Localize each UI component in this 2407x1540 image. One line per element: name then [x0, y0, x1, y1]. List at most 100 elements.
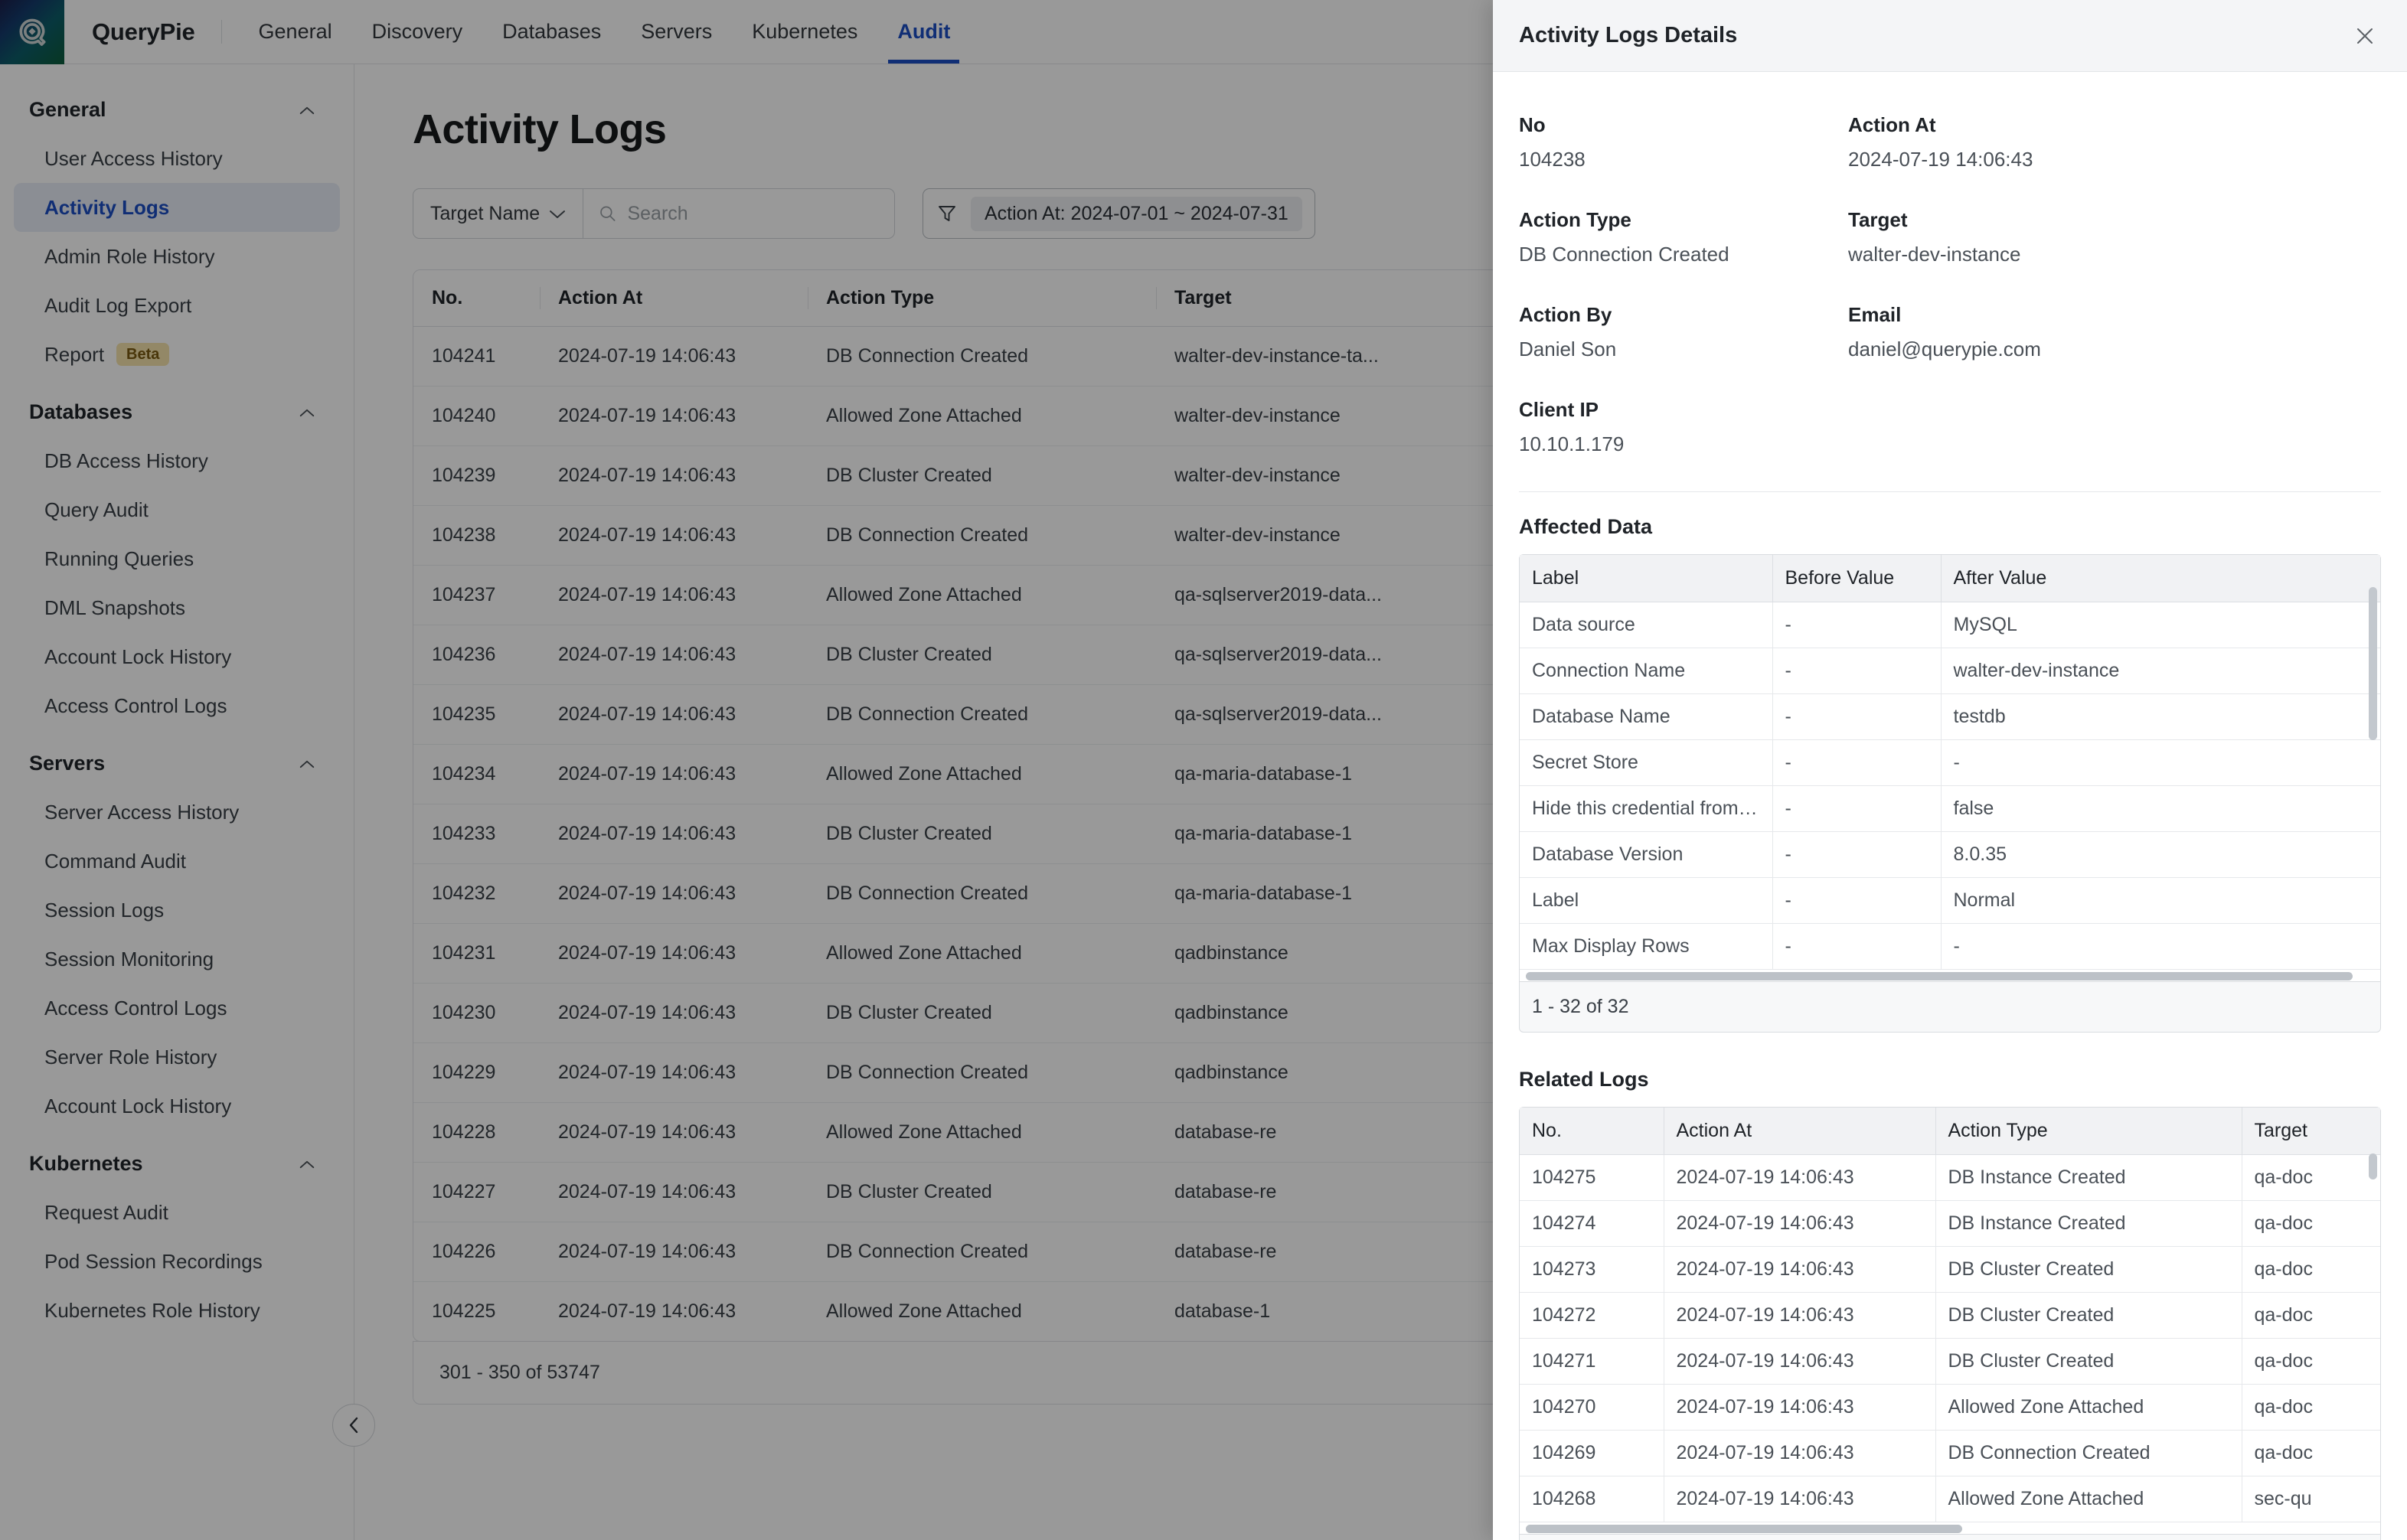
table-row[interactable]: Label - Normal: [1520, 877, 2380, 924]
related-logs-pager: 1 - 99 of 99: [1519, 1535, 2381, 1540]
table-cell: Allowed Zone Attached: [1935, 1476, 2242, 1522]
table-cell: qa-doc: [2242, 1200, 2380, 1247]
related-logs-header-row: No. Action At Action Type Target: [1520, 1108, 2380, 1155]
table-cell: Connection Name: [1520, 648, 1773, 694]
table-cell: 104274: [1520, 1200, 1664, 1247]
table-cell: 2024-07-19 14:06:43: [1664, 1246, 1936, 1293]
column-header: Target: [2242, 1108, 2380, 1155]
section-divider: [1519, 491, 2381, 492]
detail-field-label: No: [1519, 113, 1546, 136]
table-cell: 104273: [1520, 1246, 1664, 1293]
detail-field-label: Action By: [1519, 303, 1612, 326]
table-cell: walter-dev-instance: [1941, 648, 2380, 694]
drawer-body: No Action At 104238 2024-07-19 14:06:43 Acti…: [1493, 72, 2407, 1540]
table-cell: 2024-07-19 14:06:43: [1664, 1476, 1936, 1522]
table-cell: 104272: [1520, 1292, 1664, 1339]
table-row[interactable]: Hide this credential from Connectio...-f…: [1520, 785, 2380, 832]
table-cell: -: [1953, 935, 1960, 957]
table-cell: -: [1772, 831, 1942, 878]
table-row[interactable]: Database Version -8.0.35: [1520, 831, 2380, 878]
column-header: No.: [1520, 1108, 1664, 1155]
table-row[interactable]: 104273 2024-07-19 14:06:43 DB Cluster Crea…: [1520, 1246, 2380, 1293]
detail-field-value: Daniel Son: [1519, 338, 1617, 361]
table-cell: DB Cluster Created: [1935, 1246, 2242, 1293]
activity-logs-details-drawer: Activity Logs Details No Action At 104238 2…: [1493, 0, 2407, 1540]
table-cell: 2024-07-19 14:06:43: [1664, 1430, 1936, 1476]
close-drawer-button[interactable]: [2349, 20, 2381, 52]
detail-field-label: Email: [1848, 303, 1902, 326]
table-cell: DB Instance Created: [1935, 1154, 2242, 1201]
table-row[interactable]: 104268 2024-07-19 14:06:43 Allowed Zone At…: [1520, 1476, 2380, 1522]
table-cell: Allowed Zone Attached: [1935, 1384, 2242, 1431]
table-row[interactable]: Max Display Rows - -: [1520, 923, 2380, 969]
table-cell: 104269: [1520, 1430, 1664, 1476]
table-cell: 104268: [1520, 1476, 1664, 1522]
table-row[interactable]: Database Name - testdb: [1520, 693, 2380, 740]
table-cell: testdb: [1941, 693, 2380, 740]
table-cell: DB Connection Created: [1935, 1430, 2242, 1476]
related-logs-horizontal-scrollbar[interactable]: [1520, 1522, 2380, 1534]
table-row[interactable]: 104271 2024-07-19 14:06:43 DB Cluster Crea…: [1520, 1338, 2380, 1385]
table-cell: Hide this credential from Connectio...: [1520, 785, 1773, 832]
affected-data-header-row: Label Before Value After Value: [1520, 555, 2380, 602]
table-cell: 2024-07-19 14:06:43: [1664, 1292, 1936, 1339]
table-cell: qa-doc: [2242, 1154, 2380, 1201]
detail-field-value: 10.10.1.179: [1519, 432, 1625, 455]
affected-data-pager: 1 - 32 of 32: [1519, 982, 2381, 1033]
table-row[interactable]: 104270 2024-07-19 14:06:43 Allowed Zone At…: [1520, 1384, 2380, 1431]
table-row[interactable]: Secret Store - -: [1520, 739, 2380, 786]
table-cell: -: [1772, 877, 1942, 924]
table-cell: Database Version: [1520, 831, 1773, 878]
table-cell: -: [1772, 785, 1942, 832]
table-row[interactable]: Connection Name - walter-dev-instance: [1520, 648, 2380, 694]
table-cell: qa-doc: [2242, 1246, 2380, 1293]
affected-data-title: Affected Data: [1519, 515, 1653, 538]
table-cell: Label: [1520, 877, 1773, 924]
detail-field-label: Client IP: [1519, 398, 1599, 421]
column-header: Action At: [1664, 1108, 1936, 1155]
drawer-title: Activity Logs Details: [1519, 23, 1738, 47]
table-cell: DB Instance Created: [1935, 1200, 2242, 1247]
related-logs-vertical-scrollbar[interactable]: [2369, 1153, 2377, 1179]
column-header: After Value: [1941, 555, 2380, 602]
table-cell: 8.0.35: [1941, 831, 2380, 878]
table-cell: qa-doc: [2242, 1430, 2380, 1476]
detail-field-value: DB Connection Created: [1519, 243, 1729, 266]
table-cell: -: [1772, 739, 1942, 786]
table-cell: qa-doc: [2242, 1384, 2380, 1431]
table-row[interactable]: 104272 2024-07-19 14:06:43 DB Cluster Crea…: [1520, 1292, 2380, 1339]
table-cell: DB Cluster Created: [1935, 1292, 2242, 1339]
affected-data-table-card: Label Before Value After Value Data source…: [1519, 554, 2381, 982]
table-row[interactable]: 104275 2024-07-19 14:06:43 DB Instance Cre…: [1520, 1154, 2380, 1201]
affected-data-table: Label Before Value After Value Data source…: [1520, 555, 2380, 969]
detail-field-grid: No Action At 104238 2024-07-19 14:06:43 Acti…: [1519, 98, 2381, 478]
column-header: Before Value: [1772, 555, 1942, 602]
table-cell: 2024-07-19 14:06:43: [1664, 1154, 1936, 1201]
table-cell: Max Display Rows: [1520, 923, 1773, 969]
table-cell: -: [1772, 693, 1942, 740]
detail-field-label: Action At: [1848, 113, 1936, 136]
table-row[interactable]: 104274 2024-07-19 14:06:43 DB Instance Cre…: [1520, 1200, 2380, 1247]
table-row[interactable]: Data source - MySQL: [1520, 602, 2380, 648]
related-logs-table: No. Action At Action Type Target 104275 2024…: [1520, 1108, 2380, 1522]
related-logs-table-card: No. Action At Action Type Target 104275 2024…: [1519, 1107, 2381, 1535]
detail-field-value: 104238: [1519, 148, 1586, 171]
column-header: Action Type: [1935, 1108, 2242, 1155]
related-logs-title: Related Logs: [1519, 1068, 1649, 1091]
table-cell: -: [1772, 602, 1942, 648]
detail-field-empty: [1848, 422, 2381, 478]
affected-data-vertical-scrollbar[interactable]: [2369, 587, 2377, 740]
affected-data-horizontal-scrollbar[interactable]: [1520, 969, 2380, 981]
detail-field-label: Action Type: [1519, 208, 1631, 231]
column-header: Label: [1520, 555, 1773, 602]
table-row[interactable]: 104269 2024-07-19 14:06:43 DB Connection C…: [1520, 1430, 2380, 1476]
table-cell: -: [1772, 648, 1942, 694]
detail-field-label: Target: [1848, 208, 1908, 231]
drawer-header: Activity Logs Details: [1493, 0, 2407, 72]
table-cell: 2024-07-19 14:06:43: [1664, 1384, 1936, 1431]
table-cell: -: [1941, 739, 2380, 786]
detail-field-value: daniel@querypie.com: [1848, 338, 2041, 361]
table-cell: sec-qu: [2254, 1488, 2312, 1509]
detail-field-value: walter-dev-instance: [1848, 243, 2021, 266]
table-cell: Secret Store: [1520, 739, 1773, 786]
